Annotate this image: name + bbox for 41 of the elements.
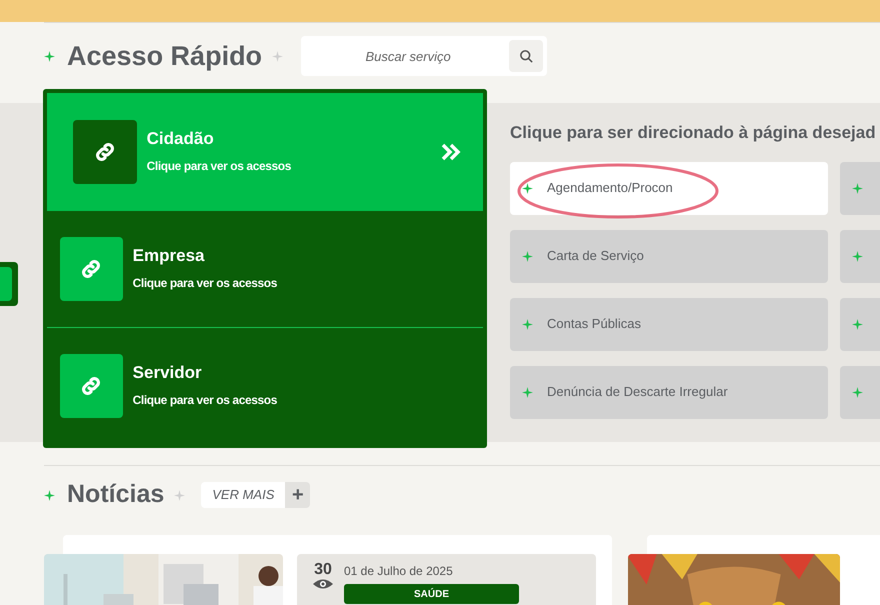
sparkle-icon [44,50,55,62]
see-more-button[interactable]: VER MAIS [201,482,286,508]
service-link[interactable]: Denúncia de Descarte Irregular [510,366,828,418]
news-date: 01 de Julho de 2025 [344,563,454,580]
sparkle-icon [44,490,55,500]
section-title: Acesso Rápido [67,40,262,73]
sparkle-icon [522,318,533,330]
search-button[interactable] [509,40,544,72]
eye-icon [312,578,334,590]
sparkle-icon [174,490,186,500]
category-hint: Clique para ver os acessos [132,392,278,409]
service-card[interactable] [840,230,880,282]
view-count: 30 [314,562,332,578]
search-icon [518,48,534,64]
sparkle-icon [522,386,533,398]
sparkle-icon [272,50,284,62]
service-link[interactable]: Agendamento/Procon [510,162,828,214]
service-card[interactable] [840,298,880,350]
service-card[interactable] [840,162,880,214]
sparkle-icon [522,250,533,262]
category-name: Empresa [132,246,206,266]
sparkle-icon [852,250,863,262]
service-card[interactable] [840,366,880,418]
plus-button[interactable]: + [285,482,310,508]
category-name: Servidor [132,363,203,383]
category-tag: SAÚDE [344,584,519,604]
section-title: Notícias [67,479,164,510]
category-item[interactable]: Empresa Clique para ver os acessos [46,211,483,327]
sparkle-icon [852,318,863,330]
category-name: Cidadão [146,129,215,149]
sparkle-icon [852,386,863,398]
service-link[interactable]: Carta de Serviço [510,230,828,282]
double-chevron-icon [441,143,461,161]
category-hint: Clique para ver os acessos [132,275,278,292]
category-hint: Clique para ver os acessos [146,158,292,175]
side-widget[interactable] [0,262,18,306]
sparkle-icon [852,182,863,194]
category-item[interactable]: Servidor Clique para ver os acessos [46,328,483,444]
service-link[interactable]: Contas Públicas [510,298,828,350]
services-heading: Clique para ser direcionado à página desejad [510,122,877,144]
sparkle-icon [522,182,533,194]
